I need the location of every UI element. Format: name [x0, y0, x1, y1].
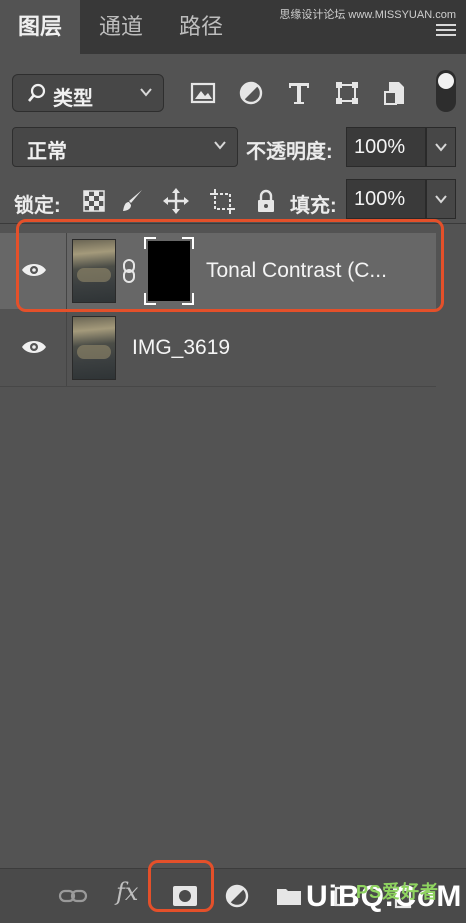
- layer-name[interactable]: IMG_3619: [132, 336, 230, 360]
- add-mask-highlight: [148, 860, 214, 912]
- filter-toggle-switch[interactable]: [436, 70, 456, 112]
- lock-position-icon[interactable]: [162, 187, 190, 215]
- search-icon: [28, 83, 46, 102]
- chevron-down-icon: [435, 195, 447, 204]
- lock-image-pixels-icon[interactable]: [118, 187, 146, 215]
- smart-object-filter-icon[interactable]: [380, 78, 410, 108]
- adjustment-filter-icon[interactable]: [236, 78, 266, 108]
- blend-mode-value: 正常: [27, 141, 67, 163]
- adjustment-layer-icon[interactable]: [222, 882, 252, 910]
- tab-channels[interactable]: 通道: [82, 0, 160, 54]
- type-filter-icon[interactable]: [284, 78, 314, 108]
- layer-filter-select[interactable]: 类型: [12, 74, 164, 112]
- tab-layers[interactable]: 图层: [0, 0, 80, 54]
- blend-mode-select[interactable]: 正常: [12, 127, 238, 167]
- fill-dropdown-button[interactable]: [426, 179, 456, 219]
- tab-paths[interactable]: 路径: [162, 0, 240, 54]
- fill-input[interactable]: 100%: [346, 179, 426, 219]
- layer-row-img-3619[interactable]: IMG_3619: [0, 310, 436, 387]
- lock-label: 锁定:: [14, 195, 61, 217]
- chevron-down-icon: [140, 88, 152, 97]
- site-logo: UiBQ.CoM PS爱好者: [306, 880, 462, 914]
- layer-thumbnail: [72, 316, 116, 380]
- visibility-cell: [0, 310, 67, 386]
- shape-filter-icon[interactable]: [332, 78, 362, 108]
- selected-layer-highlight: [16, 219, 444, 312]
- opacity-dropdown-button[interactable]: [426, 127, 456, 167]
- panel-menu-icon[interactable]: [436, 24, 456, 39]
- link-layers-icon[interactable]: [58, 882, 88, 910]
- lock-artboard-icon[interactable]: [208, 187, 236, 215]
- opacity-label: 不透明度:: [246, 141, 333, 163]
- fill-label: 填充:: [290, 195, 337, 217]
- opacity-input[interactable]: 100%: [346, 127, 426, 167]
- chevron-down-icon: [435, 143, 447, 152]
- group-folder-icon[interactable]: [274, 882, 304, 910]
- image-filter-icon[interactable]: [188, 78, 218, 108]
- site-logo-subtext: PS爱好者: [356, 882, 440, 902]
- filter-type-label: 类型: [53, 88, 93, 110]
- panel-tab-bar: 图层 通道 路径 思缘设计论坛 www.MISSYUAN.com: [0, 0, 466, 54]
- chevron-down-icon: [214, 141, 226, 150]
- layer-style-icon[interactable]: fx: [116, 878, 138, 906]
- watermark-text: 思缘设计论坛 www.MISSYUAN.com: [279, 9, 456, 21]
- lock-all-icon[interactable]: [252, 187, 280, 215]
- eye-visibility-icon[interactable]: [20, 337, 48, 357]
- lock-transparent-pixels-icon[interactable]: [80, 187, 108, 215]
